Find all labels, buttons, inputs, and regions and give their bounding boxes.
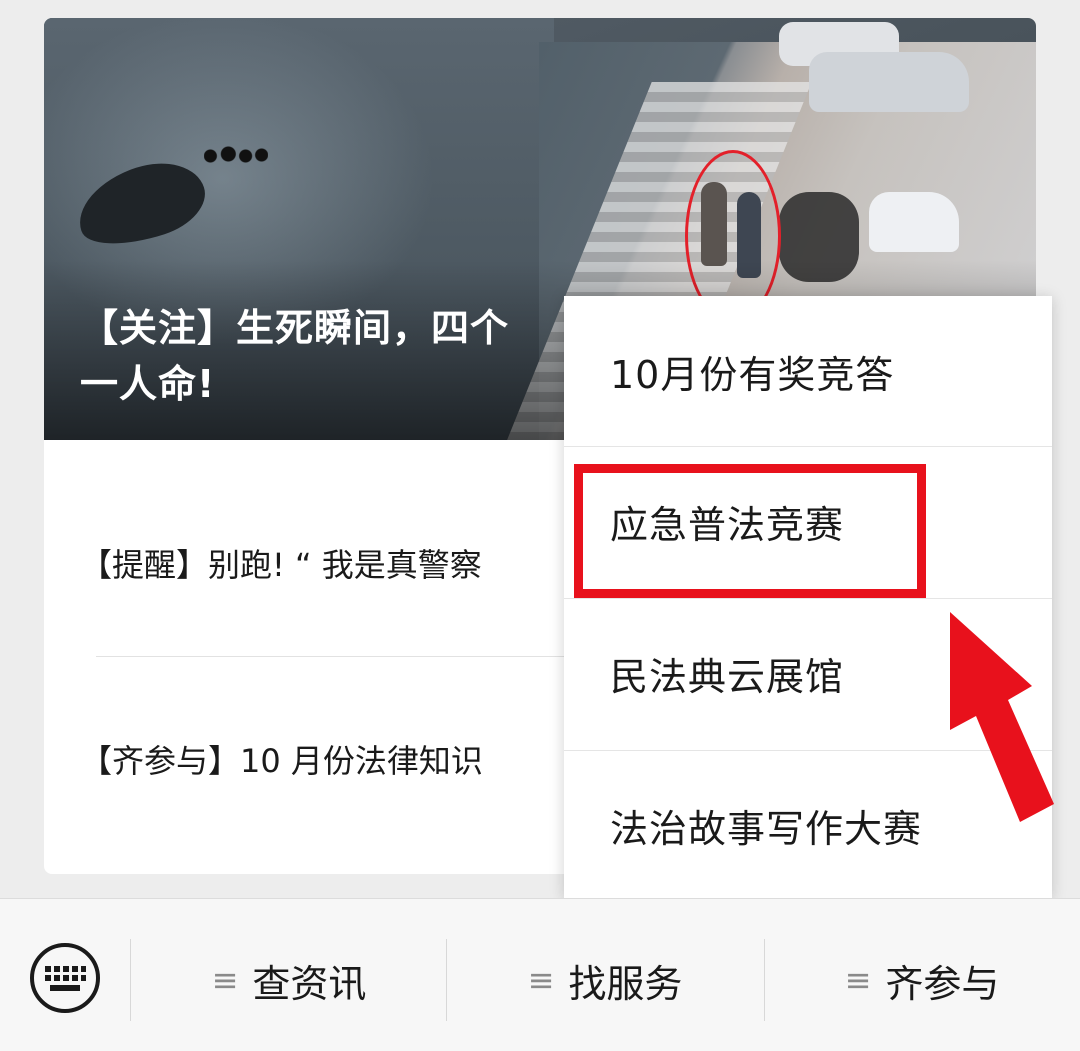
tab-divider	[130, 939, 131, 1021]
highlight-box-annotation	[574, 464, 926, 598]
tab-label: 查资讯	[252, 961, 367, 1006]
menu-item-monthly-quiz[interactable]: 10月份有奖竞答	[564, 296, 1052, 446]
tab-label: 找服务	[568, 961, 683, 1006]
parked-car	[809, 52, 969, 112]
menu-lines-icon: ≡	[844, 961, 872, 999]
menu-lines-icon: ≡	[211, 961, 239, 999]
article-list-item[interactable]: 【提醒】别跑! “ 我是真警察	[80, 540, 580, 586]
tab-participate[interactable]: ≡ 齐参与	[764, 945, 1080, 1015]
people-in-water	[204, 146, 268, 166]
menu-lines-icon: ≡	[527, 961, 555, 999]
hero-headline[interactable]: 【关注】生死瞬间，四个 一人命!	[80, 300, 580, 412]
tab-news[interactable]: ≡ 查资讯	[132, 945, 446, 1015]
tab-label: 齐参与	[885, 961, 1000, 1006]
bottom-menu-bar: ≡ 查资讯 ≡ 找服务 ≡ 齐参与	[0, 898, 1080, 1051]
red-arrow-icon	[950, 612, 1054, 822]
keyboard-icon[interactable]	[28, 941, 102, 1015]
article-list-item[interactable]: 【齐参与】10 月份法律知识	[80, 736, 580, 782]
tab-services[interactable]: ≡ 找服务	[446, 945, 764, 1015]
scooter	[869, 192, 959, 252]
